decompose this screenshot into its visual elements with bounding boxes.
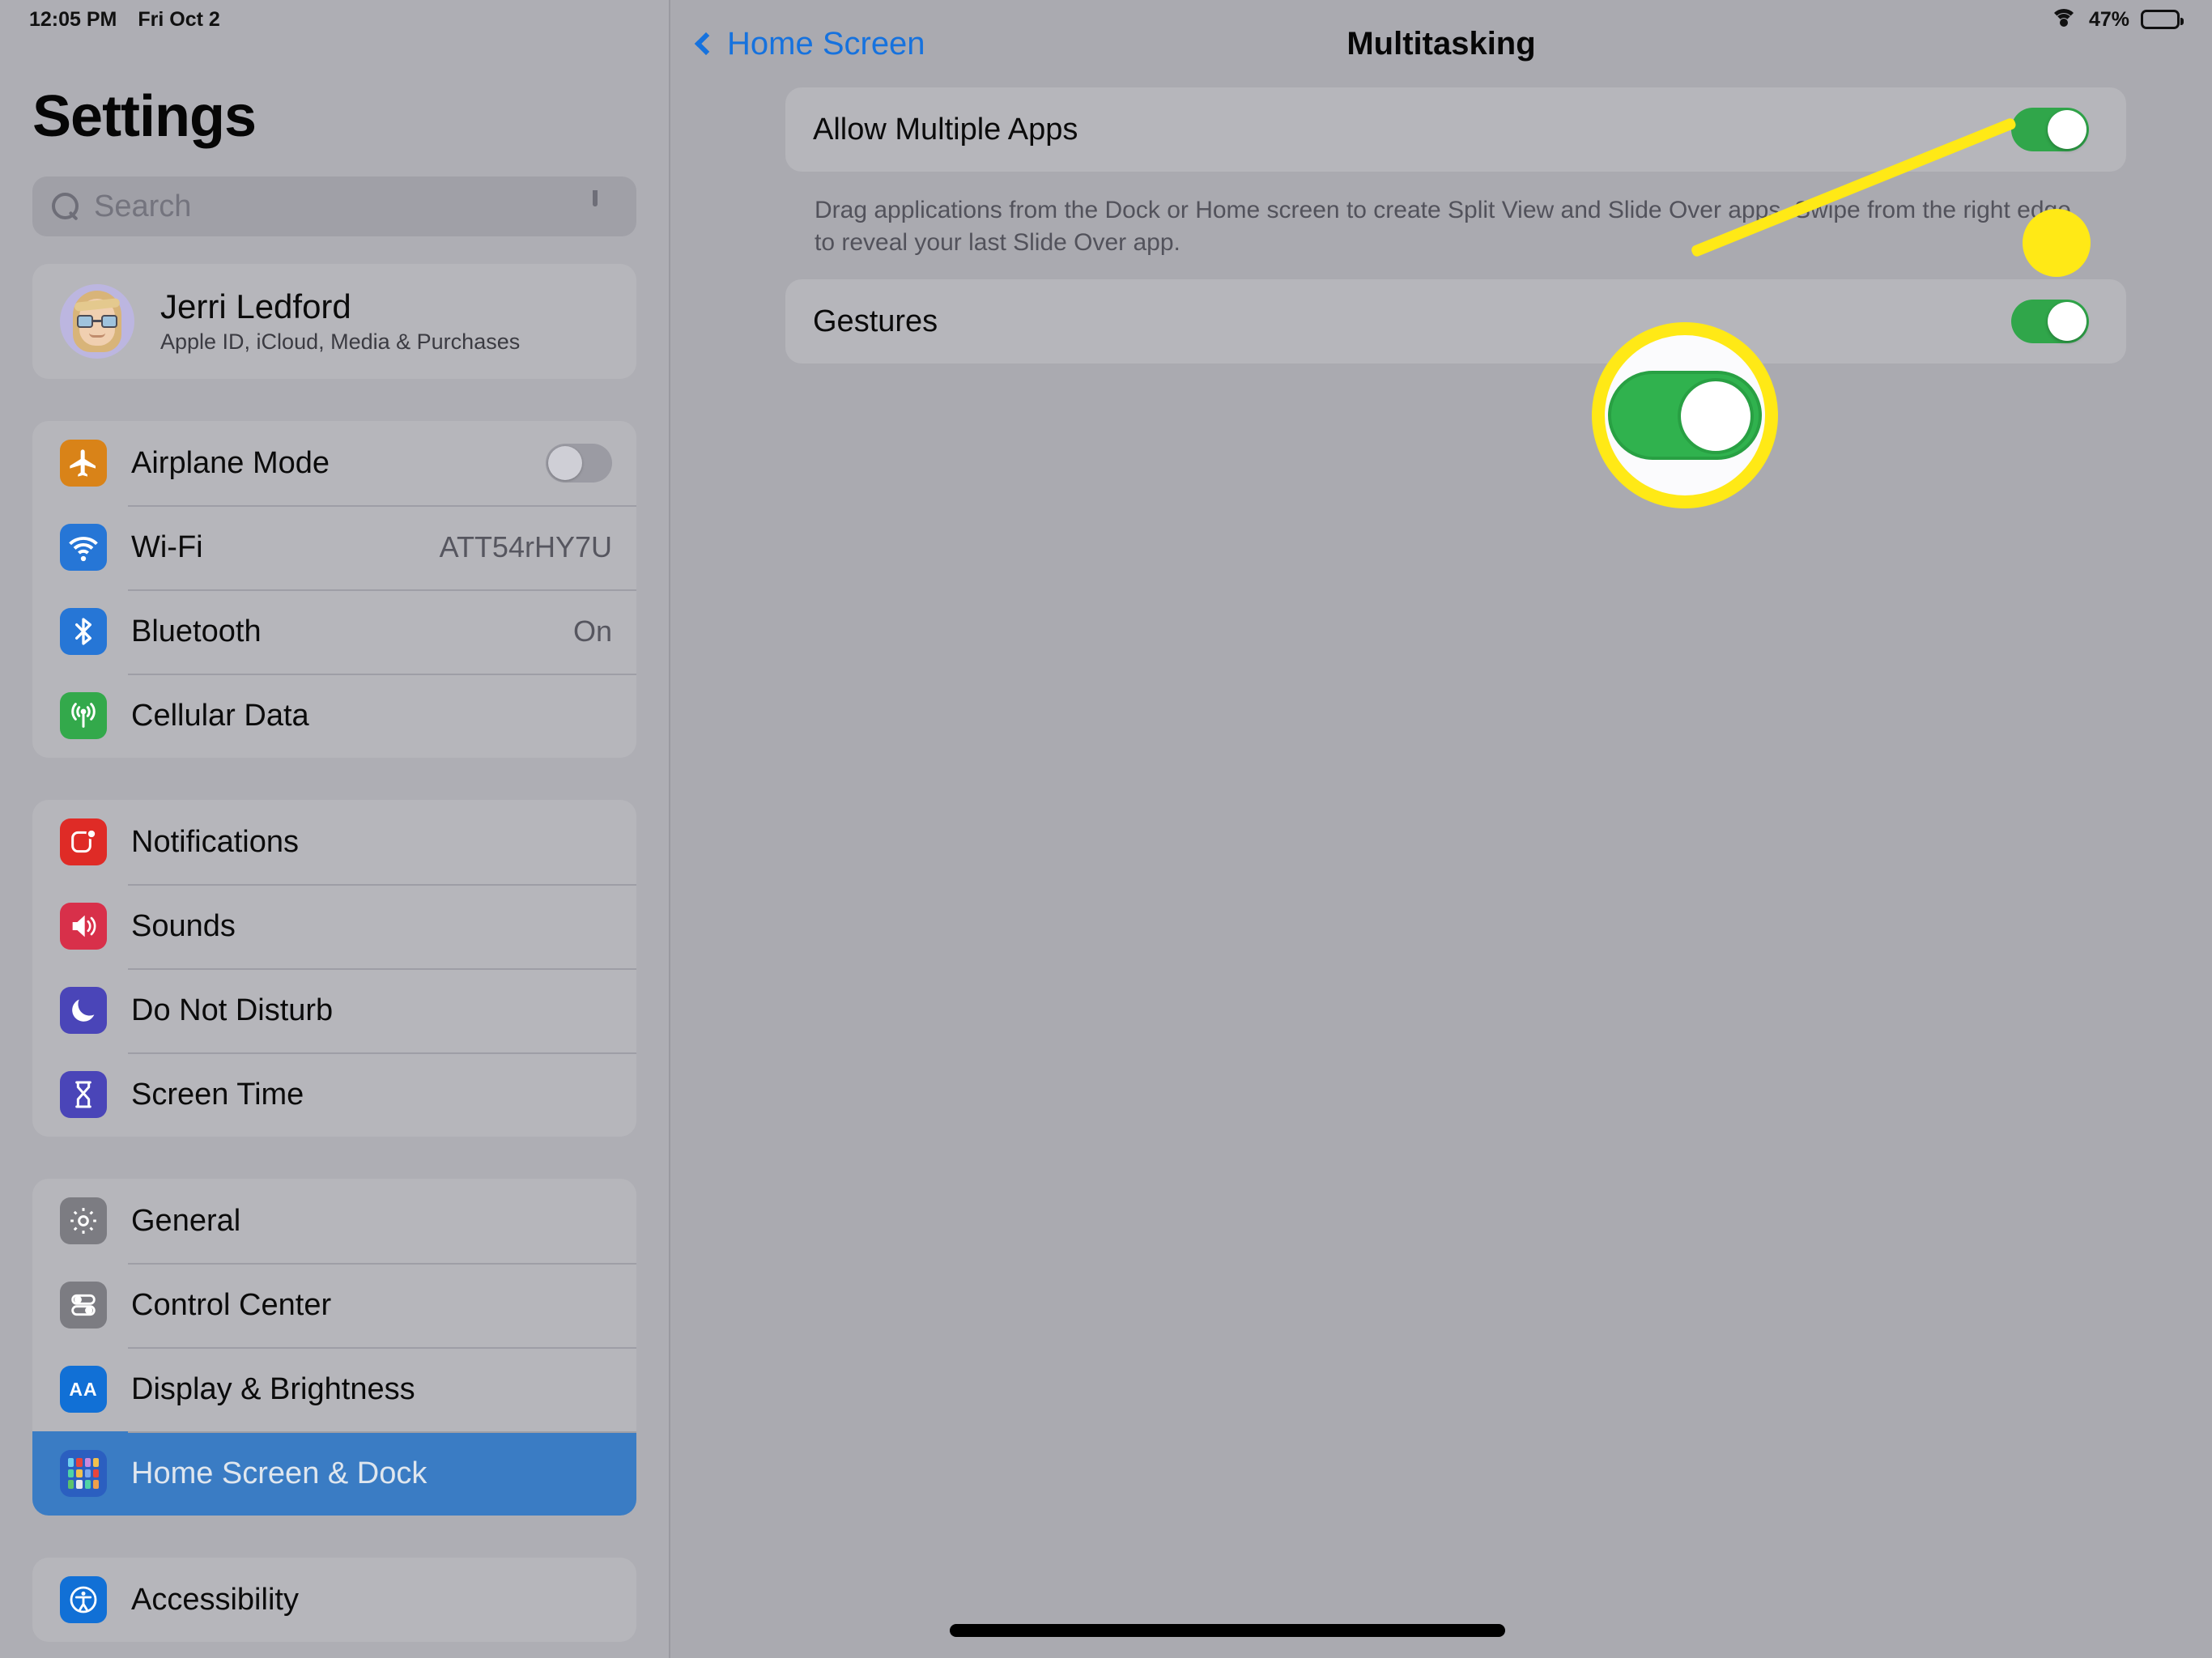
status-bar-time: 12:05 PM <box>29 7 117 31</box>
status-bar-right: 47% <box>2049 7 2184 32</box>
allow-multiple-apps-row[interactable]: Allow Multiple Apps <box>785 87 2126 172</box>
allow-multiple-apps-toggle[interactable] <box>2011 108 2089 151</box>
sidebar-item-control-center[interactable]: Control Center <box>32 1263 636 1347</box>
bluetooth-state-value: On <box>572 614 612 648</box>
wifi-network-value: ATT54rHY7U <box>439 530 612 563</box>
wifi-icon <box>60 524 107 571</box>
sidebar-item-display-brightness[interactable]: AA Display & Brightness <box>32 1347 636 1431</box>
sidebar-item-general[interactable]: General <box>32 1179 636 1263</box>
sidebar-item-label: Control Center <box>131 1287 332 1322</box>
screen-time-icon <box>60 1071 107 1118</box>
home-indicator-bar[interactable] <box>950 1624 1505 1637</box>
gestures-row[interactable]: Gestures <box>785 279 2126 363</box>
sidebar-item-label: Display & Brightness <box>131 1371 415 1406</box>
airplane-mode-toggle[interactable] <box>546 444 612 483</box>
settings-group-alerts: Notifications Sounds Do Not Disturb Scre… <box>32 800 636 1137</box>
ipad-settings-screen: 12:05 PM Fri Oct 2 47% Settings Search J… <box>0 0 2212 1658</box>
sounds-icon <box>60 903 107 950</box>
display-brightness-icon: AA <box>60 1366 107 1413</box>
sidebar-item-label: Airplane Mode <box>131 445 330 480</box>
avatar <box>60 284 134 359</box>
airplane-icon <box>60 440 107 487</box>
page-title: Settings <box>32 84 257 149</box>
sidebar-item-home-screen-dock[interactable]: Home Screen & Dock <box>32 1431 636 1516</box>
cellular-icon <box>60 692 107 739</box>
sidebar-item-label: Home Screen & Dock <box>131 1456 428 1490</box>
gear-icon <box>60 1197 107 1244</box>
search-input[interactable]: Search <box>32 176 636 236</box>
detail-content: Allow Multiple Apps Drag applications fr… <box>670 87 2212 364</box>
sidebar-item-label: Accessibility <box>131 1582 299 1617</box>
gestures-card: Gestures <box>785 279 2126 364</box>
wifi-icon <box>2049 9 2078 30</box>
search-placeholder: Search <box>94 189 192 223</box>
sidebar-item-label: Bluetooth <box>131 614 262 648</box>
sidebar-item-wifi[interactable]: Wi-Fi ATT54rHY7U <box>32 505 636 589</box>
accessibility-icon <box>60 1576 107 1623</box>
allow-multiple-apps-card: Allow Multiple Apps <box>785 87 2126 172</box>
status-bar: 12:05 PM Fri Oct 2 47% <box>0 0 2212 39</box>
sidebar-item-label: Notifications <box>131 824 299 859</box>
status-bar-date: Fri Oct 2 <box>138 7 220 31</box>
home-screen-dock-icon <box>60 1450 107 1497</box>
sidebar-item-bluetooth[interactable]: Bluetooth On <box>32 589 636 674</box>
status-bar-left: 12:05 PM Fri Oct 2 <box>29 8 220 32</box>
bluetooth-icon <box>60 608 107 655</box>
gestures-toggle[interactable] <box>2011 300 2089 344</box>
sidebar-item-label: General <box>131 1203 241 1238</box>
profile-subtitle: Apple ID, iCloud, Media & Purchases <box>160 329 521 354</box>
sidebar-item-do-not-disturb[interactable]: Do Not Disturb <box>32 968 636 1052</box>
gestures-label: Gestures <box>813 304 938 338</box>
sidebar-item-airplane-mode[interactable]: Airplane Mode <box>32 421 636 505</box>
sidebar-item-label: Do Not Disturb <box>131 993 334 1027</box>
notifications-icon <box>60 818 107 865</box>
sidebar-item-label: Wi-Fi <box>131 529 203 564</box>
search-icon <box>52 193 79 220</box>
microphone-icon[interactable] <box>593 190 614 223</box>
profile-name: Jerri Ledford <box>160 287 351 326</box>
sidebar-item-cellular-data[interactable]: Cellular Data <box>32 674 636 758</box>
home-indicator <box>0 1624 2212 1637</box>
multitasking-footnote: Drag applications from the Dock or Home … <box>815 197 2071 256</box>
sidebar-item-notifications[interactable]: Notifications <box>32 800 636 884</box>
multitasking-detail-pane: Home Screen Multitasking Allow Multiple … <box>669 0 2212 1658</box>
do-not-disturb-icon <box>60 987 107 1034</box>
sidebar-item-label: Cellular Data <box>131 698 309 733</box>
settings-sidebar[interactable]: Settings Search Jerri Ledford Apple ID, … <box>0 0 669 1658</box>
battery-percent-label: 47% <box>2088 7 2129 31</box>
control-center-icon <box>60 1282 107 1329</box>
sidebar-item-label: Sounds <box>131 908 236 943</box>
settings-group-system: General Control Center AA Display & Brig… <box>32 1179 636 1516</box>
battery-icon <box>2141 10 2184 29</box>
settings-group-connectivity: Airplane Mode Wi-Fi ATT54rHY7U Bluetooth… <box>32 421 636 758</box>
sidebar-item-screen-time[interactable]: Screen Time <box>32 1052 636 1137</box>
sidebar-item-sounds[interactable]: Sounds <box>32 884 636 968</box>
apple-id-profile-row[interactable]: Jerri Ledford Apple ID, iCloud, Media & … <box>32 264 636 379</box>
allow-multiple-apps-label: Allow Multiple Apps <box>813 112 1078 147</box>
sidebar-item-label: Screen Time <box>131 1077 304 1112</box>
